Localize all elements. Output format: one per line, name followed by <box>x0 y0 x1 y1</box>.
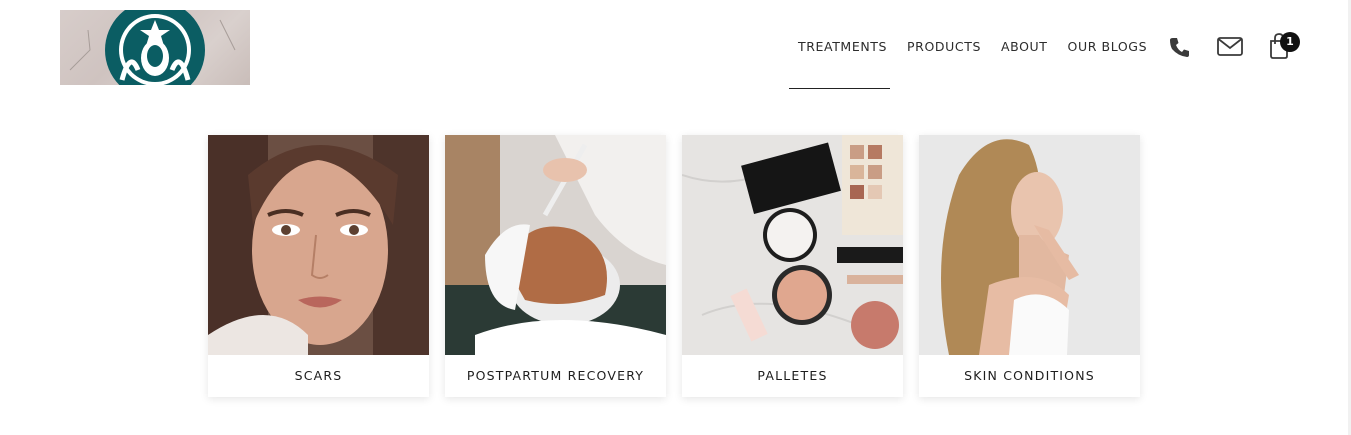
cart-count-badge: 1 <box>1280 32 1300 52</box>
category-label: SKIN CONDITIONS <box>964 368 1095 383</box>
category-label: POSTPARTUM RECOVERY <box>466 368 645 383</box>
category-card-skin-conditions[interactable]: SKIN CONDITIONS <box>919 135 1140 397</box>
woman-profile-photo <box>919 135 1140 355</box>
woman-portrait-photo <box>208 135 429 355</box>
facial-mask-treatment-photo <box>445 135 666 355</box>
category-card-postpartum-recovery[interactable]: POSTPARTUM RECOVERY <box>445 135 666 397</box>
category-grid: SCARS POSTPARTUM RECOVERY PALLETES SKIN … <box>208 135 1140 397</box>
nav-treatments[interactable]: TREATMENTS <box>798 39 887 55</box>
nav-our-blogs[interactable]: OUR BLOGS <box>1068 39 1148 55</box>
main-nav: TREATMENTS PRODUCTS ABOUT OUR BLOGS <box>798 39 1167 55</box>
phone-icon[interactable] <box>1168 35 1192 59</box>
category-label: SCARS <box>294 368 343 383</box>
category-card-scars[interactable]: SCARS <box>208 135 429 397</box>
category-label: PALLETES <box>757 368 828 383</box>
nav-about[interactable]: ABOUT <box>1001 39 1048 55</box>
makeup-palette-flatlay-photo <box>682 135 903 355</box>
nav-products[interactable]: PRODUCTS <box>907 39 981 55</box>
mail-icon[interactable] <box>1216 36 1244 58</box>
starbucks-logo-icon <box>69 10 236 85</box>
site-logo[interactable] <box>60 10 250 85</box>
nav-active-underline <box>789 88 890 89</box>
site-header: TREATMENTS PRODUCTS ABOUT OUR BLOGS 1 <box>0 0 1351 100</box>
category-card-palletes[interactable]: PALLETES <box>682 135 903 397</box>
